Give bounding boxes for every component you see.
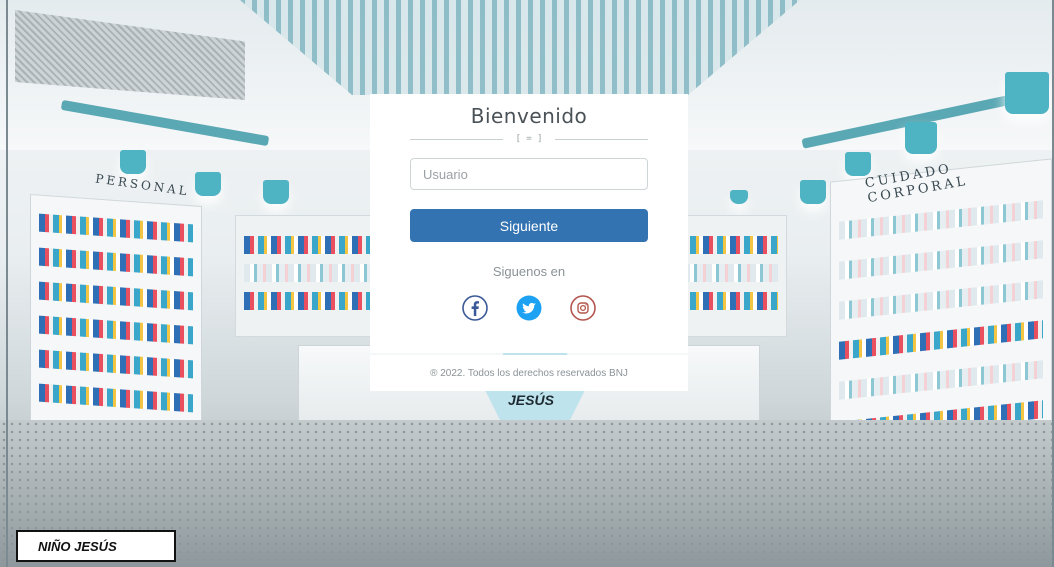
twitter-icon[interactable] — [514, 293, 544, 323]
facebook-icon[interactable] — [460, 293, 490, 323]
divider-line — [554, 138, 648, 140]
instagram-icon[interactable] — [568, 293, 598, 323]
ceiling-lamp — [195, 172, 221, 196]
ceiling-lamp — [1005, 72, 1049, 114]
username-input[interactable] — [410, 158, 648, 190]
brand-label: NIÑO JESÚS — [16, 530, 176, 562]
product-row — [839, 200, 1043, 240]
ceiling-lamp — [263, 180, 289, 204]
sign-personal: PERSONAL — [94, 171, 191, 199]
ceiling-lamp — [800, 180, 826, 204]
ceiling-lamp — [120, 150, 146, 174]
product-row — [39, 383, 193, 413]
product-row — [39, 281, 193, 311]
product-row — [39, 247, 193, 277]
login-card: Bienvenido [ = ] Siguiente Siguenos en — [370, 94, 688, 353]
product-row — [839, 280, 1043, 320]
product-row — [39, 315, 193, 345]
divider-line — [410, 138, 504, 140]
next-button[interactable]: Siguiente — [410, 209, 648, 242]
counter-sign: JESÚS — [508, 392, 554, 408]
product-row — [839, 320, 1043, 360]
title-divider: [ = ] — [410, 134, 648, 144]
copyright-text: ® 2022. Todos los derechos reservados BN… — [430, 367, 628, 379]
ceiling-lamp — [845, 152, 871, 176]
product-row — [839, 360, 1043, 400]
welcome-title: Bienvenido — [470, 104, 588, 128]
ceiling-lamp — [905, 122, 937, 154]
brand-name: NIÑO JESÚS — [38, 538, 117, 554]
ceiling-lamp — [730, 190, 748, 204]
product-row — [839, 240, 1043, 280]
login-footer: ® 2022. Todos los derechos reservados BN… — [370, 355, 688, 391]
product-row — [39, 213, 193, 243]
divider-mark: [ = ] — [515, 134, 543, 144]
product-row — [39, 349, 193, 379]
social-links — [410, 293, 648, 323]
shelf-left — [30, 193, 202, 439]
frame-border — [6, 0, 8, 567]
follow-us-label: Siguenos en — [492, 264, 566, 279]
